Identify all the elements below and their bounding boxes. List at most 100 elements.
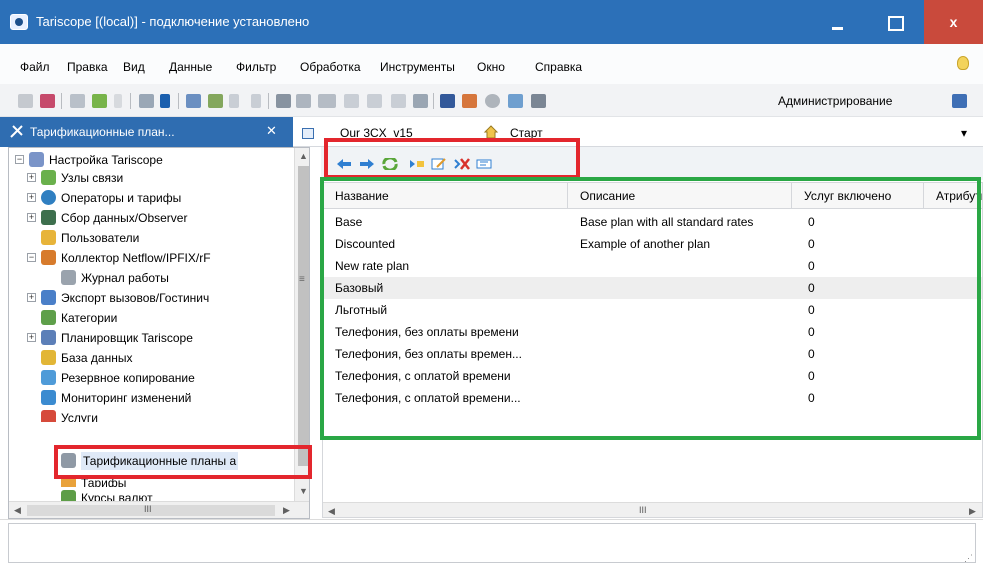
clear-filter-icon[interactable] xyxy=(391,94,406,108)
lightbulb-icon[interactable] xyxy=(957,56,969,70)
tree-item-backup[interactable]: Резервное копирование xyxy=(27,368,295,388)
table-row[interactable]: Телефония, с оплатой времени 0 xyxy=(323,365,982,387)
tree-item-log[interactable]: Журнал работы xyxy=(47,268,295,288)
menu-edit[interactable]: Правка xyxy=(67,60,108,74)
tab-our-3cx[interactable]: Our 3CX_v15 xyxy=(340,126,413,140)
table-row[interactable]: New rate plan 0 xyxy=(323,255,982,277)
grid-view-icon[interactable] xyxy=(18,94,33,108)
sort-icon[interactable] xyxy=(413,94,428,108)
refresh-icon[interactable] xyxy=(92,94,107,108)
menu-tools[interactable]: Инструменты xyxy=(380,60,455,74)
tree-item-rate-plans[interactable]: Тарификационные планы а xyxy=(61,451,291,471)
minimize-button[interactable] xyxy=(808,0,866,44)
tree-item-services[interactable]: Услуги xyxy=(27,408,295,422)
table-row[interactable]: Discounted Example of another plan 0 xyxy=(323,233,982,255)
tree-item-observer[interactable]: + Сбор данных/Observer xyxy=(27,208,295,228)
admin-tools-icon[interactable] xyxy=(531,94,546,108)
table-row-highlighted[interactable]: Базовый 0 xyxy=(323,277,982,299)
key-icon xyxy=(41,230,56,245)
table-row[interactable]: Льготный 0 xyxy=(323,299,982,321)
collapse-toggle[interactable]: − xyxy=(27,253,36,262)
export-icon[interactable] xyxy=(139,94,154,108)
save-icon[interactable] xyxy=(70,94,85,108)
scroll-up-arrow[interactable]: ▲ xyxy=(299,151,308,161)
column-header-name[interactable]: Название xyxy=(323,183,568,209)
arrow-left-icon[interactable] xyxy=(344,94,359,108)
menu-filter[interactable]: Фильтр xyxy=(236,60,276,74)
column-header-description[interactable]: Описание xyxy=(568,183,792,209)
menu-processing[interactable]: Обработка xyxy=(300,60,361,74)
maximize-button[interactable] xyxy=(866,0,924,44)
tree-item-export[interactable]: + Экспорт вызовов/Гостинич xyxy=(27,288,295,308)
scroll-down-arrow[interactable]: ▼ xyxy=(299,486,308,496)
scroll-left-arrow[interactable]: ◀ xyxy=(328,506,335,517)
tree-item-database[interactable]: База данных xyxy=(27,348,295,368)
circle-icon[interactable] xyxy=(485,94,500,108)
expand-toggle[interactable]: + xyxy=(27,333,36,342)
expand-toggle[interactable]: + xyxy=(27,193,36,202)
administration-button[interactable]: Администрирование xyxy=(778,94,892,108)
scroll-right-arrow[interactable]: ▶ xyxy=(969,506,976,517)
tree-item-users[interactable]: Пользователи xyxy=(27,228,295,248)
scroll-thumb[interactable] xyxy=(298,166,309,466)
table-row[interactable]: Телефония, без оплаты времен... 0 xyxy=(323,343,982,365)
tools-icon[interactable] xyxy=(462,94,477,108)
scroll-left-arrow[interactable]: ◀ xyxy=(14,505,21,516)
filter-edit-icon[interactable] xyxy=(296,94,311,108)
menu-view[interactable]: Вид xyxy=(123,60,145,74)
back-arrow-icon[interactable] xyxy=(336,158,352,170)
edit-record-icon[interactable] xyxy=(431,158,447,170)
table-horizontal-scrollbar[interactable]: ◀ III ▶ xyxy=(323,502,982,517)
table-row[interactable]: Base Base plan with all standard rates 0 xyxy=(323,211,982,233)
tree-item-operators[interactable]: + Операторы и тарифы xyxy=(27,188,295,208)
menu-window[interactable]: Окно xyxy=(477,60,505,74)
expand-toggle[interactable]: + xyxy=(27,173,36,182)
dollar-icon[interactable] xyxy=(160,94,170,108)
tree-item-monitoring[interactable]: Мониторинг изменений xyxy=(27,388,295,408)
sql-icon[interactable] xyxy=(318,94,336,108)
menu-help[interactable]: Справка xyxy=(535,60,582,74)
menu-data[interactable]: Данные xyxy=(169,60,212,74)
tree-item-scheduler[interactable]: + Планировщик Tariscope xyxy=(27,328,295,348)
arrow-right-icon[interactable] xyxy=(367,94,382,108)
add-record-icon[interactable] xyxy=(409,158,425,170)
collapse-toggle[interactable]: − xyxy=(15,155,24,164)
tree-horizontal-scrollbar[interactable]: ◀ III ▶ xyxy=(9,501,309,518)
tree-item-categories[interactable]: Категории xyxy=(27,308,295,328)
expand-toggle[interactable]: + xyxy=(27,213,36,222)
document-icon[interactable] xyxy=(208,94,223,108)
cell-name: Телефония, с оплатой времени... xyxy=(335,391,521,405)
tab-overflow-button[interactable]: ▾ xyxy=(961,126,967,140)
form-view-icon[interactable] xyxy=(476,158,492,170)
play-icon[interactable] xyxy=(114,94,122,108)
tree-item-nodes[interactable]: + Узлы связи xyxy=(27,168,295,188)
column-header-services[interactable]: Услуг включено xyxy=(792,183,924,209)
close-tab-button[interactable]: ✕ xyxy=(266,123,277,139)
tree-item-netflow[interactable]: − Коллектор Netflow/IPFIX/rF xyxy=(27,248,295,268)
menu-file[interactable]: Файл xyxy=(20,60,50,74)
forward-arrow-icon[interactable] xyxy=(359,158,375,170)
expand-toggle[interactable]: + xyxy=(27,293,36,302)
user-group-icon[interactable] xyxy=(40,94,55,108)
delete-record-icon[interactable] xyxy=(454,158,470,170)
columns-icon[interactable] xyxy=(440,94,455,108)
column-header-attributes[interactable]: Атрибуты xyxy=(924,183,982,209)
report-icon[interactable] xyxy=(508,94,523,108)
refresh-icon[interactable] xyxy=(382,156,398,172)
table-row[interactable]: Телефония, с оплатой времени... 0 xyxy=(323,387,982,409)
toolbar-extra-icon[interactable] xyxy=(952,94,967,108)
filter-icon[interactable] xyxy=(276,94,291,108)
scroll-thumb[interactable] xyxy=(341,506,961,517)
tab-start[interactable]: Старт xyxy=(510,126,543,140)
resize-grip-icon[interactable]: ⋰ xyxy=(964,553,973,564)
tab-rate-plans[interactable]: Тарификационные план... ✕ xyxy=(0,117,293,147)
stop-icon[interactable] xyxy=(251,94,261,108)
tree-item-tariffs[interactable]: Тарифы xyxy=(61,473,291,487)
scroll-right-arrow[interactable]: ▶ xyxy=(283,505,290,516)
tree-vertical-scrollbar[interactable]: ▲ ≡ ▼ xyxy=(294,148,309,501)
close-window-button[interactable]: x xyxy=(924,0,983,44)
tree-item-root[interactable]: − Настройка Tariscope xyxy=(15,150,295,170)
table-row[interactable]: Телефония, без оплаты времени 0 xyxy=(323,321,982,343)
first-record-icon[interactable] xyxy=(229,94,239,108)
table-icon[interactable] xyxy=(186,94,201,108)
